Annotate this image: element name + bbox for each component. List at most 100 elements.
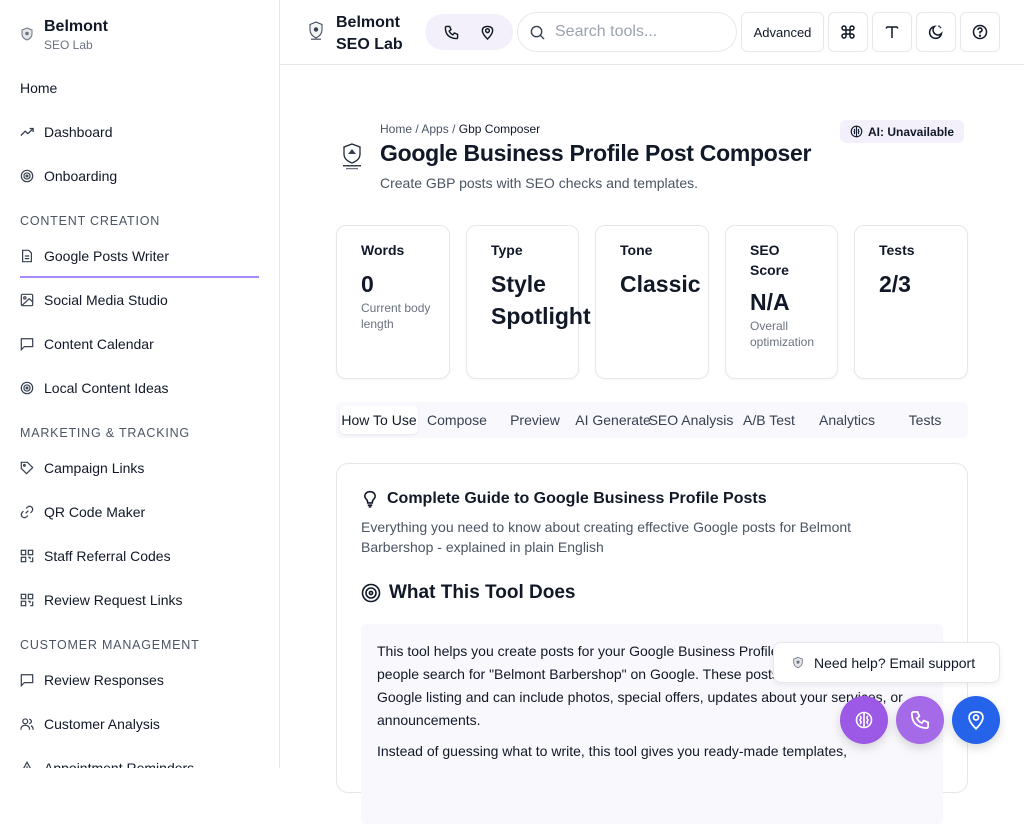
search-box[interactable] xyxy=(517,12,737,52)
page-title: Google Business Profile Post Composer xyxy=(380,140,812,166)
sidebar-item-review-request-links[interactable]: Review Request Links xyxy=(20,588,259,612)
stat-card-tone: Tone Classic xyxy=(595,225,709,379)
text-size-button[interactable] xyxy=(872,12,912,52)
directions-button[interactable] xyxy=(952,696,1000,744)
help-button[interactable] xyxy=(960,12,1000,52)
qr-code-icon xyxy=(20,549,34,563)
users-icon xyxy=(20,718,34,730)
sidebar-item-dashboard[interactable]: Dashboard xyxy=(20,120,259,144)
help-icon xyxy=(972,24,988,40)
sidebar-item-onboarding[interactable]: Onboarding xyxy=(20,164,259,188)
stat-card-seo-score: SEO Score N/A Overall optimization xyxy=(725,225,838,379)
stat-card-type: Type Style Spotlight xyxy=(466,225,591,379)
stat-note: Overall optimization xyxy=(750,319,815,349)
sidebar-section-marketing-tracking: MARKETING & TRACKING xyxy=(20,426,190,440)
tab-ai-generate[interactable]: AI Generate xyxy=(574,406,652,434)
lightbulb-icon xyxy=(364,490,376,508)
file-text-icon xyxy=(22,249,32,263)
brand-name: Belmont xyxy=(44,18,108,35)
breadcrumb-separator: / xyxy=(415,122,419,136)
sidebar-item-home[interactable]: Home xyxy=(20,76,259,100)
text-icon xyxy=(885,26,899,38)
command-button[interactable] xyxy=(828,12,868,52)
page-subtitle: Create GBP posts with SEO checks and tem… xyxy=(380,175,699,191)
breadcrumb-home[interactable]: Home xyxy=(380,122,412,136)
sidebar-item-label: Home xyxy=(20,80,58,96)
tab-analytics[interactable]: Analytics xyxy=(812,406,882,434)
guide-title: Complete Guide to Google Business Profil… xyxy=(361,490,767,508)
search-input[interactable] xyxy=(555,23,715,41)
brand-logo-icon[interactable] xyxy=(308,21,324,41)
tab-preview[interactable]: Preview xyxy=(502,406,568,434)
guide-card: Complete Guide to Google Business Profil… xyxy=(336,463,968,824)
tag-icon xyxy=(20,461,34,475)
breadcrumb-separator: / xyxy=(452,122,456,136)
sidebar-item-campaign-links[interactable]: Campaign Links xyxy=(20,456,259,480)
sidebar-item-customer-analysis[interactable]: Customer Analysis xyxy=(20,712,259,736)
sidebar-item-label: Review Responses xyxy=(44,672,164,688)
tab-ab-test[interactable]: A/B Test xyxy=(736,406,802,434)
tab-tests[interactable]: Tests xyxy=(892,406,958,434)
breadcrumb-apps[interactable]: Apps xyxy=(421,122,448,136)
sidebar-item-appointment-reminders[interactable]: Appointment Reminders xyxy=(20,756,259,768)
tab-bar: How To Use Compose Preview AI Generate S… xyxy=(336,402,968,438)
target-icon xyxy=(361,583,381,603)
brain-icon xyxy=(855,711,873,729)
sidebar-item-staff-referral-codes[interactable]: Staff Referral Codes xyxy=(20,544,259,568)
sidebar-section-customer-management: CUSTOMER MANAGEMENT xyxy=(20,638,200,652)
tab-seo-analysis[interactable]: SEO Analysis xyxy=(648,406,734,434)
brand-sub: SEO Lab xyxy=(44,38,93,52)
email-support-text: Need help? Email support xyxy=(814,654,976,671)
email-support-pill[interactable]: Need help? Email support xyxy=(773,642,1000,683)
sidebar-item-review-responses[interactable]: Review Responses xyxy=(20,668,259,692)
theme-toggle-button[interactable] xyxy=(916,12,956,52)
guide-section-title: What This Tool Does xyxy=(361,582,575,604)
qr-code-icon xyxy=(20,593,34,607)
sidebar-item-label: Customer Analysis xyxy=(44,716,160,732)
stat-label: Words xyxy=(361,242,405,258)
map-pin-icon[interactable] xyxy=(480,25,495,40)
sidebar-item-google-posts-writer[interactable]: Google Posts Writer xyxy=(20,244,259,278)
brand-logo-icon xyxy=(21,27,33,41)
ai-assistant-button[interactable] xyxy=(840,696,888,744)
stat-note: Current body length xyxy=(361,301,431,331)
sidebar-item-content-calendar[interactable]: Content Calendar xyxy=(20,332,259,356)
sidebar-item-label: Google Posts Writer xyxy=(44,248,170,264)
target-icon xyxy=(20,169,34,183)
guide-subtitle: Everything you need to know about creati… xyxy=(361,519,852,555)
tab-how-to-use[interactable]: How To Use xyxy=(340,406,418,434)
top-bar: Belmont SEO Lab Advanced xyxy=(280,0,1024,65)
sidebar-item-label: Content Calendar xyxy=(44,336,154,352)
sidebar-item-label: QR Code Maker xyxy=(44,504,146,520)
stat-card-tests: Tests 2/3 xyxy=(854,225,968,379)
stat-value: 0 xyxy=(361,271,374,297)
sidebar-brand[interactable]: Belmont SEO Lab xyxy=(20,18,108,52)
sidebar-item-social-media-studio[interactable]: Social Media Studio xyxy=(20,288,259,312)
breadcrumb-current: Gbp Composer xyxy=(458,122,541,136)
sidebar-item-label: Dashboard xyxy=(44,124,113,140)
command-icon xyxy=(841,25,855,39)
brain-icon xyxy=(850,125,863,138)
tab-compose[interactable]: Compose xyxy=(422,406,492,434)
stat-value: Classic xyxy=(620,271,701,297)
target-icon xyxy=(20,381,34,395)
stat-label: SEO Score xyxy=(750,242,789,278)
sidebar-item-label: Staff Referral Codes xyxy=(44,548,171,564)
guide-title-text: Complete Guide to Google Business Profil… xyxy=(387,490,767,507)
theme-icon xyxy=(928,25,943,40)
stat-value: N/A xyxy=(750,289,790,315)
sidebar-item-label: Review Request Links xyxy=(44,592,183,608)
call-button[interactable] xyxy=(896,696,944,744)
ai-status-text: AI: Unavailable xyxy=(868,124,955,139)
phone-icon[interactable] xyxy=(444,25,459,40)
sidebar-item-label: Campaign Links xyxy=(44,460,145,476)
sidebar-section-content-creation: CONTENT CREATION xyxy=(20,214,161,228)
sidebar-item-label: Social Media Studio xyxy=(44,292,168,308)
link-icon xyxy=(20,505,34,519)
advanced-button[interactable]: Advanced xyxy=(741,12,824,52)
topbar-brand[interactable]: Belmont SEO Lab xyxy=(336,12,403,56)
stat-label: Tone xyxy=(620,242,653,258)
sidebar-item-local-content-ideas[interactable]: Local Content Ideas xyxy=(20,376,259,400)
sidebar-item-qr-code-maker[interactable]: QR Code Maker xyxy=(20,500,259,524)
sidebar-item-label: Appointment Reminders xyxy=(44,760,195,768)
